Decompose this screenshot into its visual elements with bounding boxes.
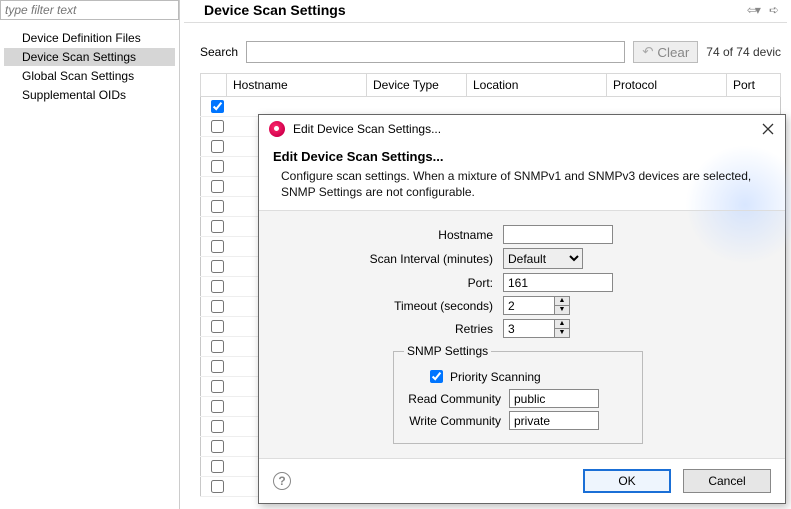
sidebar-item-supplemental-oids[interactable]: Supplemental OIDs [4,86,175,104]
row-checkbox[interactable] [211,420,224,433]
dialog-window-title: Edit Device Scan Settings... [293,122,441,136]
hostname-field[interactable] [503,225,613,244]
snmp-settings-group: SNMP Settings Priority Scanning Read Com… [393,344,643,444]
retries-field[interactable] [503,319,555,338]
timeout-field[interactable] [503,296,555,315]
row-checkbox[interactable] [211,260,224,273]
clear-button-label: Clear [657,45,689,60]
snmp-legend: SNMP Settings [404,344,491,358]
hostname-label: Hostname [273,228,503,242]
help-icon[interactable]: ? [273,472,291,490]
close-icon[interactable] [761,122,775,136]
edit-device-scan-settings-dialog: Edit Device Scan Settings... Edit Device… [258,114,786,504]
row-checkbox[interactable] [211,460,224,473]
sidebar-item-device-definition-files[interactable]: Device Definition Files [4,29,175,47]
forward-icon[interactable]: ➪ [769,3,779,17]
row-checkbox[interactable] [211,120,224,133]
page-title: Device Scan Settings [204,2,346,18]
row-checkbox[interactable] [211,320,224,333]
search-input[interactable] [246,41,625,63]
row-checkbox[interactable] [211,280,224,293]
row-checkbox[interactable] [211,200,224,213]
row-checkbox[interactable] [211,380,224,393]
ok-button[interactable]: OK [583,469,671,493]
app-icon [269,121,285,137]
col-checkbox [201,74,227,97]
col-hostname[interactable]: Hostname [227,74,367,97]
row-checkbox[interactable] [211,220,224,233]
priority-scanning-checkbox[interactable] [430,370,443,383]
dialog-description: Configure scan settings. When a mixture … [273,168,771,200]
chevron-up-icon[interactable]: ▲ [555,320,569,329]
timeout-label: Timeout (seconds) [273,299,503,313]
scan-interval-select[interactable]: Default [503,248,583,269]
read-community-label: Read Community [404,392,509,406]
back-forward-icon[interactable]: ⇦▾ [747,3,759,17]
col-device-type[interactable]: Device Type [367,74,467,97]
row-checkbox[interactable] [211,480,224,493]
chevron-up-icon[interactable]: ▲ [555,297,569,306]
row-checkbox[interactable] [211,140,224,153]
filter-input[interactable] [0,0,179,20]
col-location[interactable]: Location [467,74,607,97]
sidebar-item-device-scan-settings[interactable]: Device Scan Settings [4,48,175,66]
retries-stepper[interactable]: ▲ ▼ [555,319,570,338]
port-label: Port: [273,276,503,290]
row-checkbox[interactable] [211,300,224,313]
cancel-button[interactable]: Cancel [683,469,771,493]
row-checkbox[interactable] [211,360,224,373]
undo-icon: ↶ [642,44,653,60]
col-protocol[interactable]: Protocol [607,74,727,97]
sidebar-item-global-scan-settings[interactable]: Global Scan Settings [4,67,175,85]
sidebar: Device Definition Files Device Scan Sett… [0,0,180,509]
priority-scanning-label[interactable]: Priority Scanning [446,370,541,384]
write-community-field[interactable] [509,411,599,430]
result-count: 74 of 74 devic [706,45,781,59]
row-checkbox[interactable] [211,340,224,353]
read-community-field[interactable] [509,389,599,408]
timeout-stepper[interactable]: ▲ ▼ [555,296,570,315]
clear-button[interactable]: ↶ Clear [633,41,698,63]
dialog-heading: Edit Device Scan Settings... [273,149,771,164]
search-label: Search [200,45,238,59]
scan-interval-label: Scan Interval (minutes) [273,252,503,266]
row-checkbox[interactable] [211,240,224,253]
row-checkbox[interactable] [211,440,224,453]
row-checkbox[interactable] [211,180,224,193]
row-checkbox[interactable] [211,400,224,413]
port-field[interactable] [503,273,613,292]
row-checkbox[interactable] [211,100,224,113]
row-checkbox[interactable] [211,160,224,173]
retries-label: Retries [273,322,503,336]
chevron-down-icon[interactable]: ▼ [555,306,569,315]
col-port[interactable]: Port [727,74,781,97]
chevron-down-icon[interactable]: ▼ [555,329,569,338]
write-community-label: Write Community [404,414,509,428]
